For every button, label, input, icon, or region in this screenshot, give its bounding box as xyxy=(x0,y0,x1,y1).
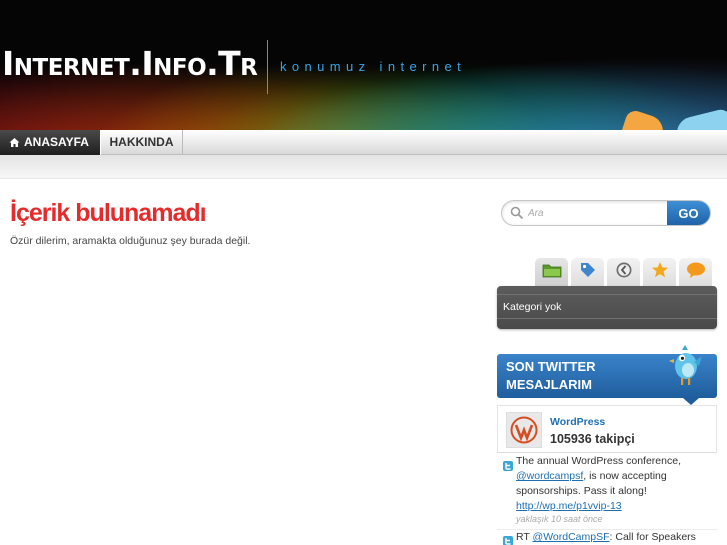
search-go-button[interactable]: GO xyxy=(667,201,710,225)
nav-item-label: ANASAYFA xyxy=(24,135,89,149)
tweet-text-part: RT xyxy=(516,531,533,543)
tweet-mention-link[interactable]: @WordCampSF xyxy=(533,531,610,543)
search-icon xyxy=(510,206,524,220)
nav-item-anasayfa[interactable]: ANASAYFA xyxy=(0,130,100,155)
tweet-text-part: The annual WordPress conference, xyxy=(516,455,681,467)
tweet-text-part: : Call for Speakers xyxy=(609,531,696,543)
site-tagline: konumuz internet xyxy=(280,59,467,74)
no-categories-text: Kategori yok xyxy=(503,301,562,313)
page-title: İçerik bulunamadı xyxy=(10,199,207,227)
twitter-t-icon xyxy=(503,533,513,545)
comment-icon xyxy=(686,261,706,284)
star-icon xyxy=(651,261,669,284)
tweet-url-link[interactable]: http://wp.me/p1vvip-13 xyxy=(516,500,622,512)
twitter-profile: WordPress 105936 takipçi xyxy=(497,405,717,453)
folder-icon xyxy=(542,262,562,283)
tab-panel: Kategori yok xyxy=(497,286,717,329)
clock-icon xyxy=(615,261,633,284)
tab-comments[interactable] xyxy=(679,258,712,286)
tab-categories[interactable] xyxy=(535,258,568,291)
tag-icon xyxy=(579,261,597,284)
tab-tags[interactable] xyxy=(571,258,604,286)
tweet-text: RT @WordCampSF: Call for Speakers xyxy=(516,530,712,545)
tweet-item: The annual WordPress conference, @wordca… xyxy=(497,454,717,530)
wordpress-logo-icon xyxy=(510,416,538,444)
profile-name[interactable]: WordPress xyxy=(550,416,605,428)
tab-recent[interactable] xyxy=(607,258,640,286)
main-nav: ANASAYFA HAKKINDA xyxy=(0,130,727,160)
twitter-bird-icon xyxy=(668,344,704,388)
home-icon xyxy=(9,137,20,148)
page-description: Özür dilerim, aramakta olduğunuz şey bur… xyxy=(10,235,251,247)
tweet-text: The annual WordPress conference, @wordca… xyxy=(516,454,712,514)
nav-item-hakkinda[interactable]: HAKKINDA xyxy=(100,130,183,155)
sidebar-tabs xyxy=(535,258,712,291)
panel-divider xyxy=(497,318,717,319)
site-header: Internet.Info.Tr konumuz internet xyxy=(0,0,727,147)
tweet-item: RT @WordCampSF: Call for Speakers xyxy=(497,530,717,545)
tweet-mention-link[interactable]: @wordcampsf xyxy=(516,470,583,482)
search-input[interactable] xyxy=(528,205,668,222)
twitter-widget-title: SON TWITTER MESAJLARIM xyxy=(506,359,596,392)
wordpress-avatar[interactable] xyxy=(506,412,542,448)
twitter-header-pointer xyxy=(683,398,699,405)
search-box: GO xyxy=(501,200,711,226)
site-logo[interactable]: Internet.Info.Tr xyxy=(2,44,258,84)
tab-popular[interactable] xyxy=(643,258,676,286)
logo-divider xyxy=(267,40,268,94)
follower-count: 105936 takipçi xyxy=(550,432,635,446)
panel-divider xyxy=(497,294,717,295)
twitter-t-icon xyxy=(503,458,513,471)
nav-shadow-strip xyxy=(0,155,727,179)
tweet-timestamp: yaklaşık 10 saat önce xyxy=(516,514,603,524)
